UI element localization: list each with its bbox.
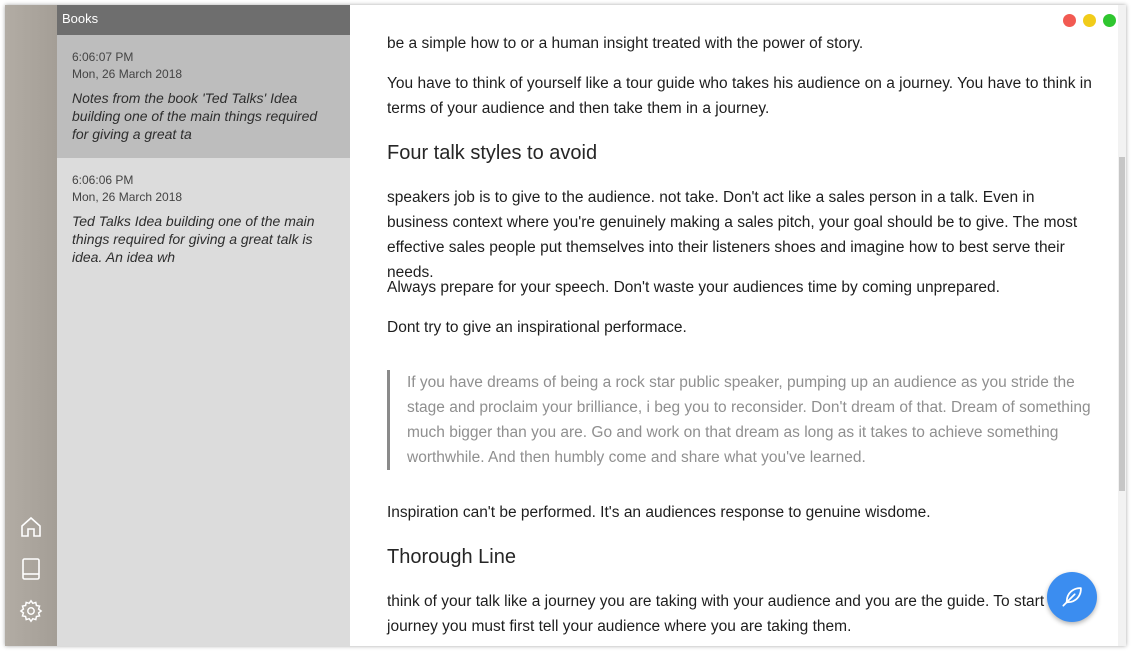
section-heading: Thorough Line [387, 546, 516, 568]
book-icon [22, 558, 40, 580]
minimize-window-button[interactable] [1083, 14, 1096, 27]
paragraph: Always prepare for your speech. Don't wa… [387, 279, 1000, 296]
paragraph: speakers job is to give to the audience.… [387, 189, 1078, 281]
paragraph: be a simple how to or a human insight tr… [387, 35, 864, 52]
left-rail [5, 5, 57, 646]
paragraph: think of your talk like a journey you ar… [387, 593, 1058, 635]
feather-pen-icon [1062, 587, 1082, 607]
paragraph: Inspiration can't be performed. It's an … [387, 504, 931, 521]
note-time: 6:06:07 PM [72, 50, 134, 64]
home-icon [21, 516, 41, 537]
home-button[interactable] [18, 514, 44, 540]
notes-list-pane: Books 6:06:07 PM Mon, 26 March 2018 Note… [57, 5, 350, 646]
note-preview: Notes from the book 'Ted Talks' Idea bui… [72, 90, 318, 142]
note-date: Mon, 26 March 2018 [72, 190, 183, 204]
section-heading: Four talk styles to avoid [387, 142, 598, 164]
note-preview: Ted Talks Idea building one of the main … [72, 213, 315, 265]
blockquote: If you have dreams of being a rock star … [387, 370, 1091, 470]
window-controls [1063, 14, 1116, 27]
books-button[interactable] [18, 556, 44, 582]
note-date: Mon, 26 March 2018 [72, 67, 183, 81]
compose-button[interactable] [1047, 572, 1097, 622]
note-editor[interactable]: be a simple how to or a human insight tr… [350, 5, 1126, 646]
close-window-button[interactable] [1063, 14, 1076, 27]
paragraph: You have to think of yourself like a tou… [387, 75, 1092, 117]
notebook-title: Books [57, 5, 350, 35]
settings-button[interactable] [18, 598, 44, 624]
app-window: Books 6:06:07 PM Mon, 26 March 2018 Note… [5, 5, 1126, 646]
scrollbar-thumb[interactable] [1119, 157, 1125, 491]
note-time: 6:06:06 PM [72, 173, 134, 187]
paragraph: Dont try to give an inspirational perfor… [387, 319, 687, 336]
gear-icon [19, 599, 43, 623]
maximize-window-button[interactable] [1103, 14, 1116, 27]
note-list-item[interactable]: 6:06:07 PM Mon, 26 March 2018 Notes from… [57, 35, 350, 158]
note-list-item[interactable]: 6:06:06 PM Mon, 26 March 2018 Ted Talks … [57, 158, 350, 281]
